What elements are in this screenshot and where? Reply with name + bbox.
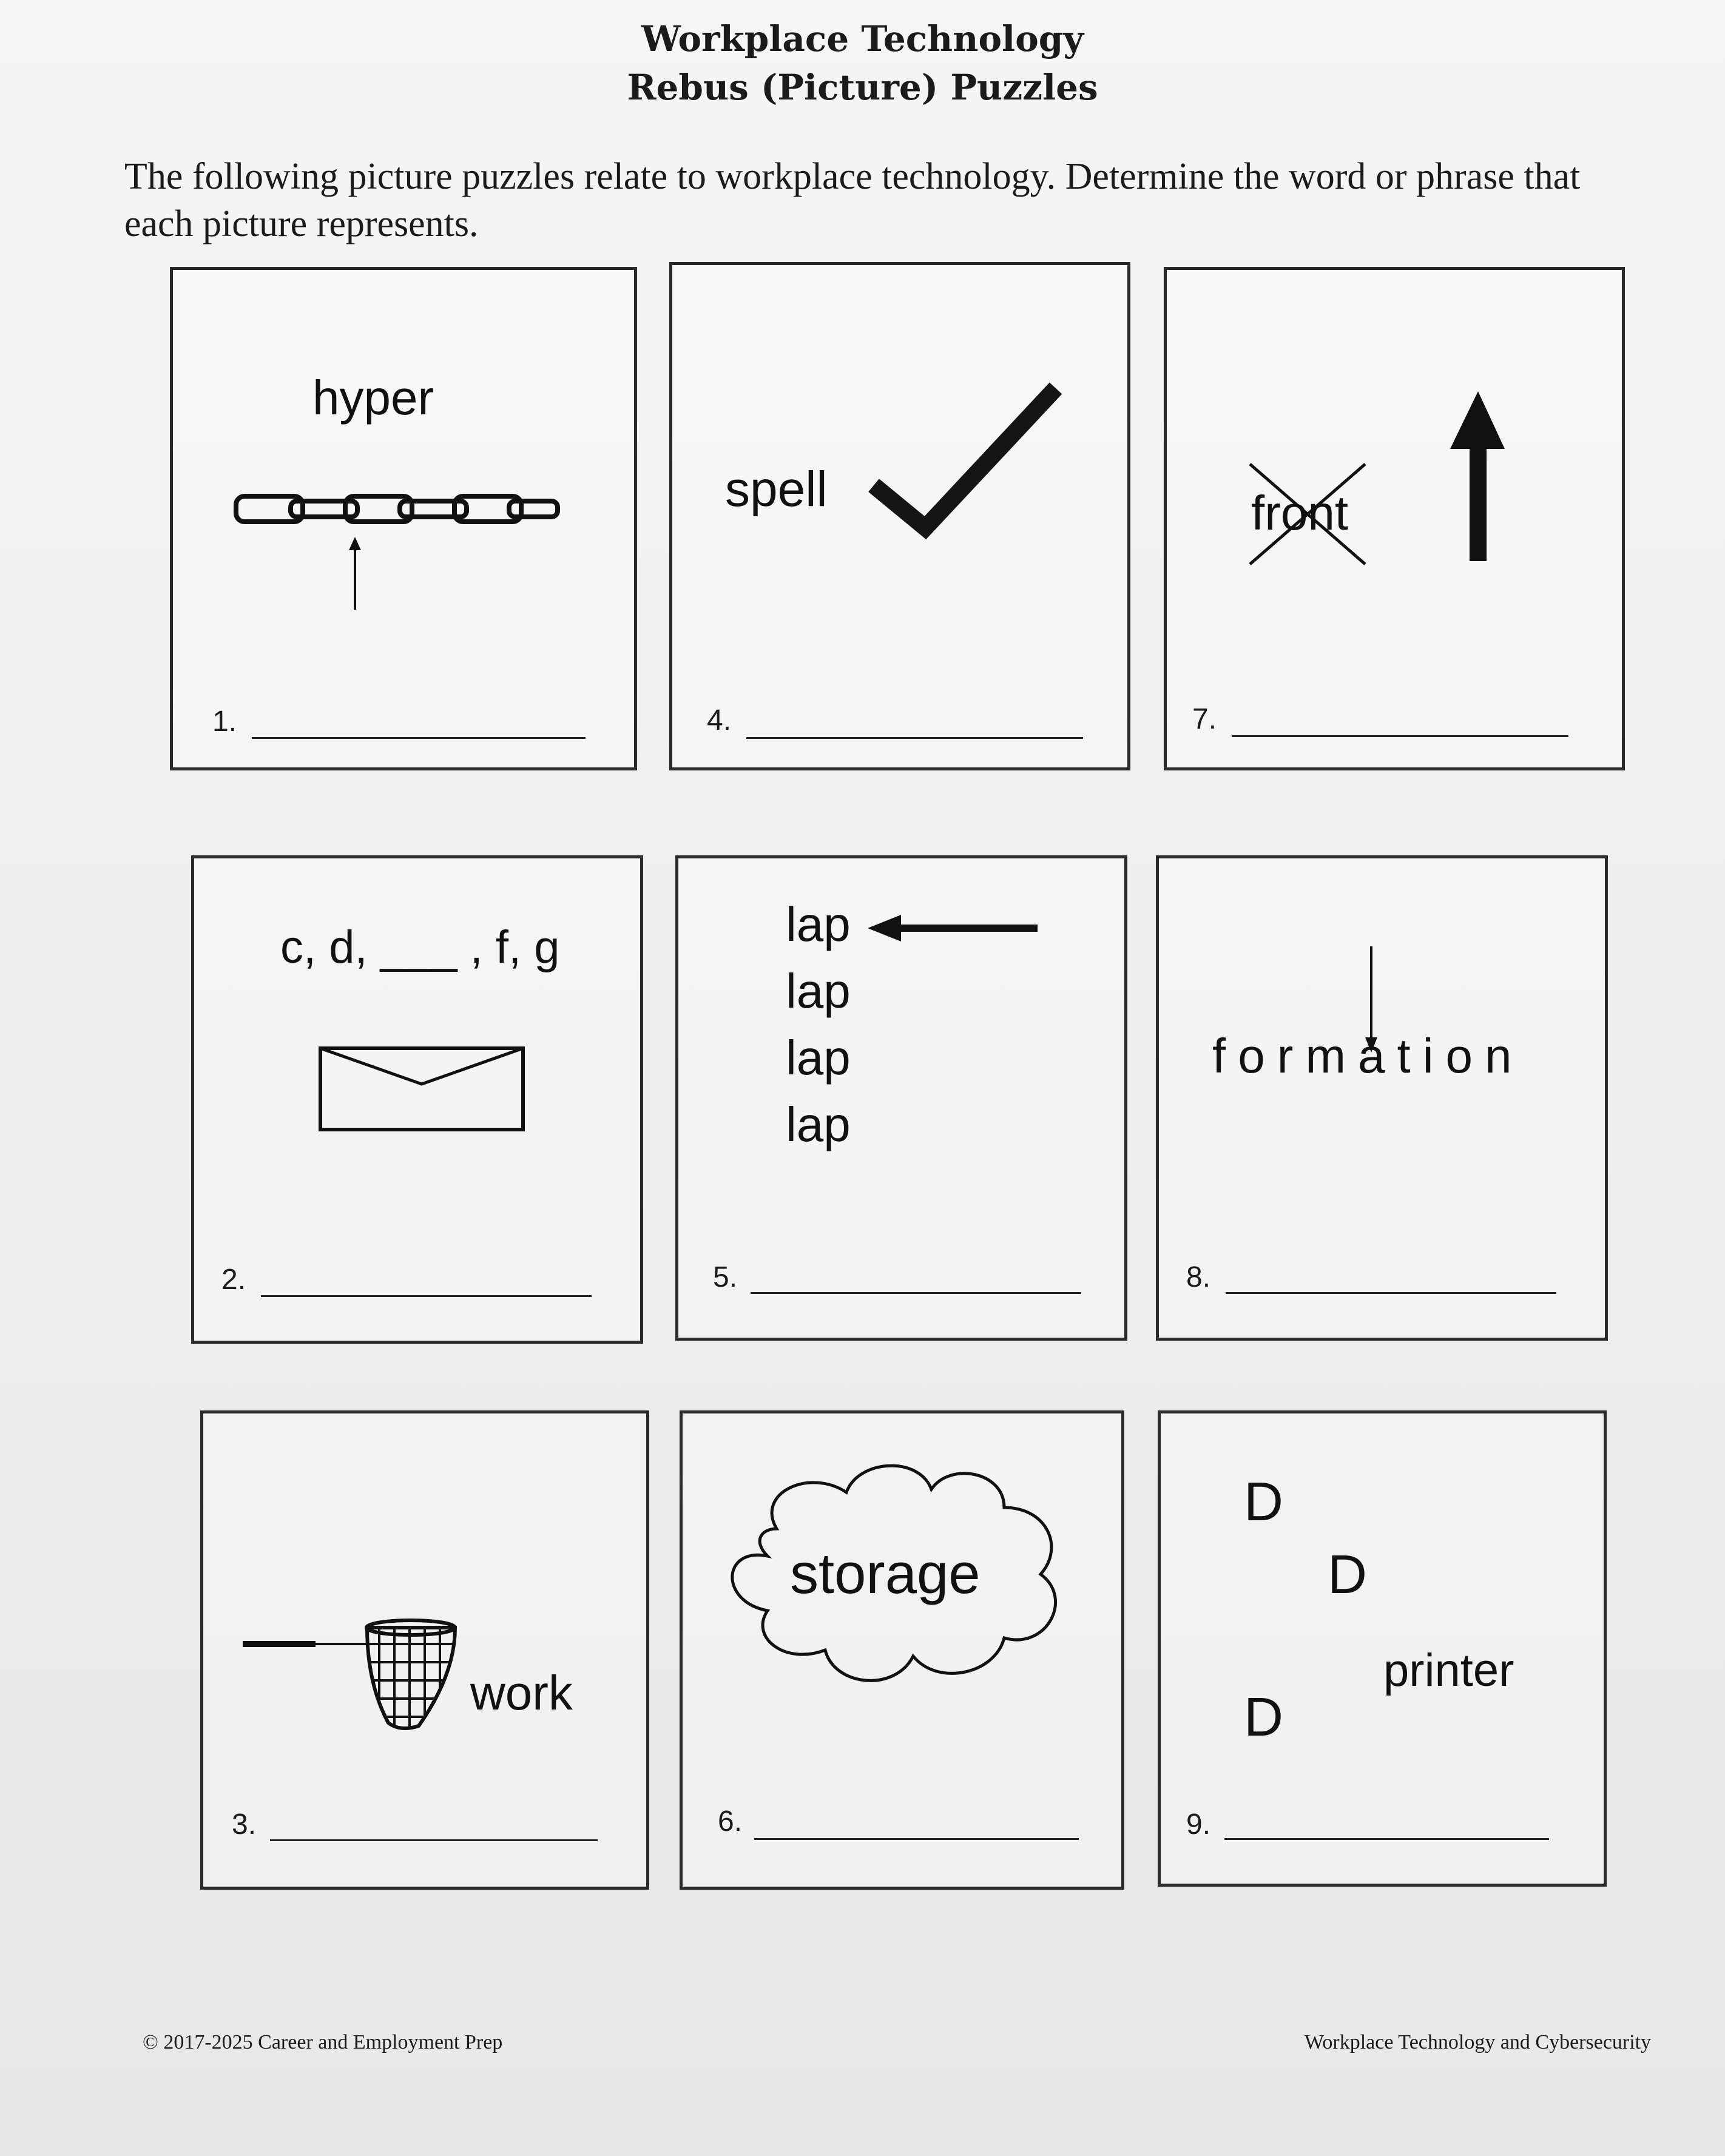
puzzle-7-number: 7. <box>1192 703 1217 735</box>
puzzle-5-number: 5. <box>713 1261 738 1293</box>
puzzle-2-number: 2. <box>221 1264 246 1296</box>
puzzle-4-word: spell <box>725 462 828 517</box>
chain-links-icon <box>234 494 560 524</box>
puzzle-1-word: hyper <box>312 371 434 425</box>
down-arrow-icon <box>1365 946 1377 1053</box>
up-arrow-icon <box>349 537 361 610</box>
worksheet-page: Workplace Technology Rebus (Picture) Puz… <box>0 0 1725 2156</box>
answer-line-6[interactable] <box>754 1838 1079 1840</box>
puzzle-box-7 <box>1164 267 1625 770</box>
puzzle-6-number: 6. <box>718 1805 743 1838</box>
puzzle-1-number: 1. <box>212 706 237 738</box>
instructions: The following picture puzzles relate to … <box>124 156 1581 244</box>
puzzle-5-line-2: lap <box>786 964 851 1018</box>
answer-line-3[interactable] <box>270 1839 598 1841</box>
puzzle-9-number: 9. <box>1186 1808 1211 1841</box>
answer-line-5[interactable] <box>751 1292 1081 1294</box>
puzzle-box-9 <box>1158 1410 1607 1887</box>
footer-course-title: Workplace Technology and Cybersecurity <box>1305 2031 1652 2053</box>
puzzle-box-8 <box>1156 855 1608 1341</box>
puzzle-9-word: printer <box>1383 1645 1514 1696</box>
puzzle-2-sequence: c, d, ___ , f, g <box>280 921 560 973</box>
puzzle-5-line-4: lap <box>786 1097 851 1151</box>
puzzle-9-letter-3: D <box>1244 1687 1283 1748</box>
answer-line-1[interactable] <box>252 737 586 739</box>
envelope-icon <box>319 1046 525 1131</box>
puzzle-5-line-1: lap <box>786 897 851 951</box>
answer-line-8[interactable] <box>1226 1292 1556 1294</box>
left-arrow-icon <box>868 915 1038 942</box>
puzzle-9-letter-1: D <box>1244 1472 1283 1532</box>
answer-line-9[interactable] <box>1224 1838 1549 1840</box>
puzzle-4-number: 4. <box>707 704 732 736</box>
puzzle-3-word: work <box>470 1666 573 1720</box>
title-line-1: Workplace Technology <box>641 18 1084 59</box>
answer-line-2[interactable] <box>261 1295 592 1297</box>
title-line-2: Rebus (Picture) Puzzles <box>627 67 1098 108</box>
puzzle-5-line-3: lap <box>786 1031 851 1085</box>
puzzle-9-letter-2: D <box>1328 1545 1367 1605</box>
answer-line-7[interactable] <box>1232 735 1568 737</box>
check-mark-icon <box>868 382 1062 540</box>
puzzle-8-number: 8. <box>1186 1261 1211 1293</box>
thick-up-arrow-icon <box>1450 391 1505 561</box>
puzzle-3-number: 3. <box>232 1808 257 1841</box>
footer-copyright: © 2017-2025 Career and Employment Prep <box>143 2031 503 2053</box>
puzzle-6-word: storage <box>790 1541 981 1605</box>
net-icon <box>243 1619 457 1730</box>
answer-line-4[interactable] <box>746 737 1083 739</box>
cross-out-icon <box>1249 463 1366 565</box>
